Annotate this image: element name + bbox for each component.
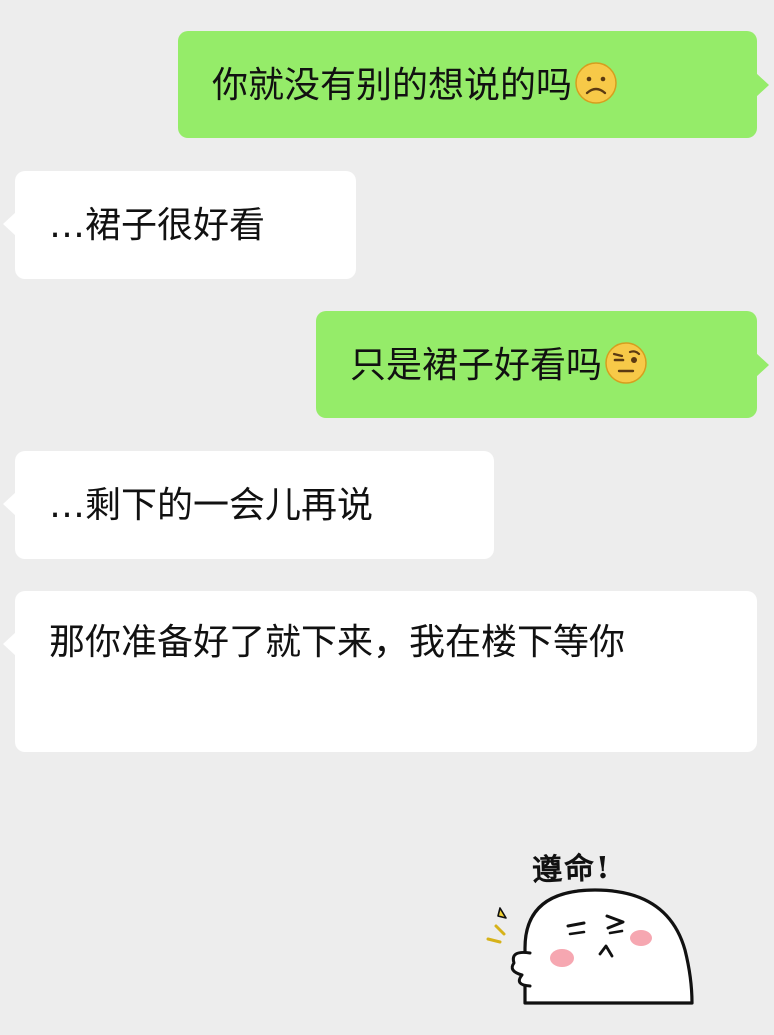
sticker-caption: 遵命!: [531, 850, 612, 889]
message-text: …裙子很好看: [49, 205, 266, 246]
raised-eyebrow-face-icon: [604, 341, 648, 385]
message-text: 那你准备好了就下来，我在楼下等你: [49, 622, 626, 663]
sent-message-bubble[interactable]: 你就没有别的想说的吗: [178, 31, 769, 138]
received-message-bubble[interactable]: 那你准备好了就下来，我在楼下等你: [3, 591, 757, 752]
saluting-bun-sticker[interactable]: 遵命!: [470, 838, 705, 1008]
frowning-face-icon: [574, 61, 618, 105]
sent-message-bubble[interactable]: 只是裙子好看吗: [316, 311, 769, 418]
received-message-bubble[interactable]: …裙子很好看: [3, 171, 356, 279]
message-text: 只是裙子好看吗: [350, 345, 603, 386]
received-message-bubble[interactable]: …剩下的一会儿再说: [3, 451, 494, 559]
message-text: …剩下的一会儿再说: [49, 485, 374, 526]
message-text: 你就没有别的想说的吗: [212, 65, 573, 106]
